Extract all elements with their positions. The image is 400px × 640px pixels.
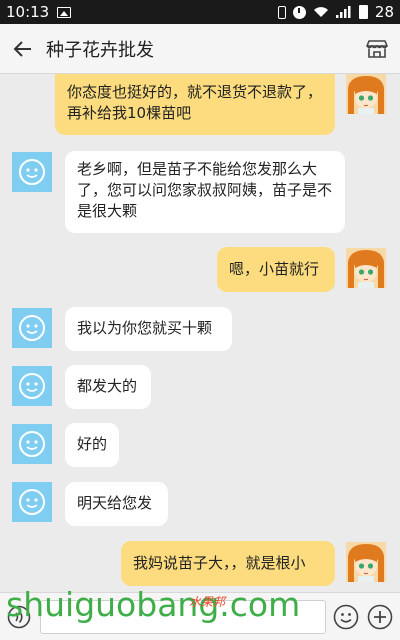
status-bar: 10:13 28 bbox=[0, 0, 400, 24]
chat-bot-icon bbox=[19, 431, 45, 457]
wifi-icon bbox=[313, 7, 328, 17]
chat-bot-icon bbox=[19, 373, 45, 399]
seller-avatar[interactable] bbox=[12, 152, 52, 192]
user-avatar-icon bbox=[346, 74, 386, 114]
emoji-icon bbox=[333, 604, 359, 630]
message-list[interactable]: 你态度也挺好的，就不退货不退款了，再补给我10棵苗吧 老乡啊，但是苗子不能给您发… bbox=[0, 74, 400, 592]
message-bubble-incoming[interactable]: 我以为你您就买十颗 bbox=[65, 307, 232, 351]
battery-icon bbox=[358, 5, 368, 19]
seller-avatar[interactable] bbox=[12, 366, 52, 406]
watermark-cn: 水果邦 bbox=[189, 595, 226, 609]
store-icon bbox=[366, 39, 388, 58]
chat-bot-icon bbox=[19, 315, 45, 341]
seller-avatar[interactable] bbox=[12, 308, 52, 348]
seller-avatar[interactable] bbox=[12, 482, 52, 522]
image-notification-icon bbox=[57, 6, 72, 18]
page-title: 种子花卉批发 bbox=[46, 39, 154, 61]
message-bubble-outgoing[interactable]: 你态度也挺好的，就不退货不退款了，再补给我10棵苗吧 bbox=[55, 74, 335, 135]
shop-button[interactable] bbox=[354, 24, 400, 74]
chat-bot-icon bbox=[19, 489, 45, 515]
message-bubble-incoming[interactable]: 好的 bbox=[65, 423, 119, 467]
signal-icon bbox=[335, 6, 351, 18]
message-bubble-incoming[interactable]: 明天给您发 bbox=[65, 482, 168, 526]
emoji-button[interactable] bbox=[333, 604, 359, 630]
back-arrow-icon bbox=[13, 40, 31, 57]
plus-icon bbox=[367, 604, 393, 630]
user-avatar[interactable] bbox=[346, 542, 386, 582]
more-options-button[interactable] bbox=[367, 604, 393, 630]
user-avatar-icon bbox=[346, 248, 386, 288]
message-bubble-outgoing[interactable]: 我妈说苗子大，，就是根小 bbox=[121, 541, 335, 586]
chat-header: 种子花卉批发 bbox=[0, 24, 400, 74]
message-bubble-incoming[interactable]: 老乡啊，但是苗子不能给您发那么大了，您可以问您家叔叔阿姨，苗子是不是很大颗 bbox=[65, 151, 345, 233]
battery-level: 28 bbox=[374, 3, 394, 21]
vibrate-icon bbox=[277, 5, 286, 19]
status-time: 10:13 bbox=[6, 3, 50, 21]
user-avatar-icon bbox=[346, 542, 386, 582]
status-icons: 28 bbox=[277, 3, 394, 21]
back-button[interactable] bbox=[0, 24, 46, 74]
message-bubble-incoming[interactable]: 都发大的 bbox=[65, 365, 151, 409]
watermark-text: shuiguobang.com bbox=[6, 585, 301, 624]
user-avatar[interactable] bbox=[346, 74, 386, 114]
user-avatar[interactable] bbox=[346, 248, 386, 288]
watermark: shuiguobang.com 水果邦 bbox=[6, 585, 300, 631]
message-bubble-outgoing[interactable]: 嗯，小苗就行 bbox=[217, 247, 335, 292]
alarm-icon bbox=[292, 5, 306, 19]
chat-bot-icon bbox=[19, 159, 45, 185]
seller-avatar[interactable] bbox=[12, 424, 52, 464]
